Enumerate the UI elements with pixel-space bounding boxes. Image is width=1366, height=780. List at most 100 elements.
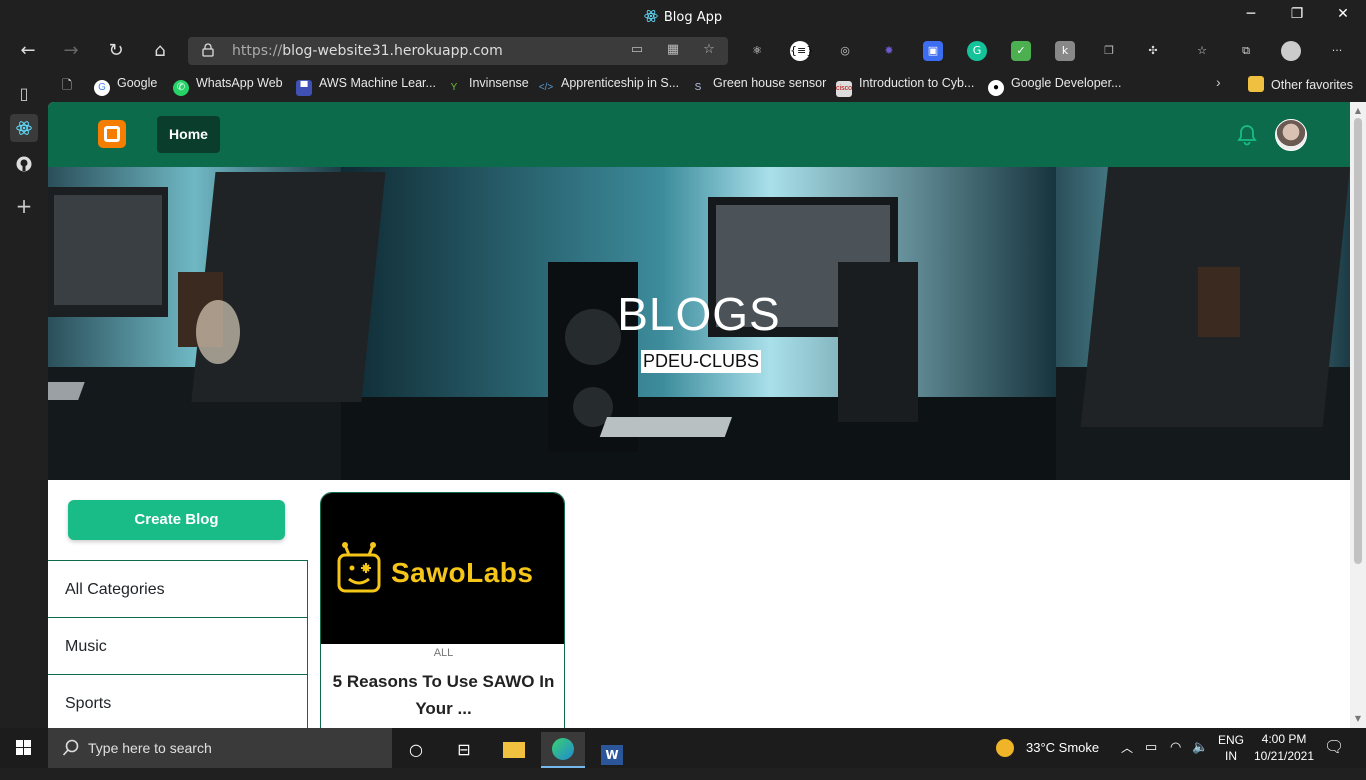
collections-toolbar-icon[interactable]: ⧉ — [1236, 41, 1256, 61]
page-icon[interactable]: 🗋 — [62, 76, 72, 97]
tab-blog-app[interactable] — [10, 114, 38, 142]
category-all[interactable]: All Categories — [48, 561, 308, 618]
weather-icon[interactable] — [996, 728, 1016, 768]
app-available-icon[interactable]: ▭ — [628, 42, 646, 60]
k-extension-icon[interactable]: k — [1055, 41, 1075, 61]
bookmark-label: Apprenticeship in S... — [561, 76, 680, 90]
blog-card-image: SawoLabs — [321, 493, 564, 644]
code-icon: </> — [538, 82, 554, 93]
bookmarks-overflow-chevron-icon[interactable]: › — [1216, 74, 1221, 90]
scrollbar-thumb[interactable] — [1354, 118, 1362, 564]
minimize-button[interactable]: ─ — [1228, 6, 1274, 22]
react-devtools-icon[interactable]: ⚛ — [747, 41, 767, 61]
notifications-icon[interactable]: 🗨 — [1324, 737, 1344, 777]
wifi-icon[interactable]: ◠ — [1170, 739, 1181, 779]
sawo-logo-icon — [337, 542, 381, 593]
page-scrollbar[interactable]: ▲ ▼ — [1350, 102, 1366, 728]
favorites-icon[interactable]: ☆ — [1192, 41, 1212, 61]
file-explorer-icon[interactable] — [492, 732, 536, 768]
home-nav-button[interactable]: Home — [157, 116, 220, 153]
taskbar-search-box[interactable]: Type here to search — [48, 728, 392, 768]
hero-title: BLOGS — [617, 288, 781, 340]
blog-card[interactable]: SawoLabs ALL 5 Reasons To Use SAWO In Yo… — [320, 492, 565, 728]
profile-avatar[interactable] — [1281, 41, 1301, 61]
aws-icon: ▀ — [296, 80, 312, 96]
bookmark-greenhouse[interactable]: S Green house sensor — [690, 76, 827, 96]
bell-icon[interactable] — [1237, 124, 1257, 146]
bookmark-cyber[interactable]: cisco Introduction to Cyb... — [836, 76, 974, 97]
category-music[interactable]: Music — [48, 618, 308, 675]
language-region: IN — [1225, 749, 1237, 763]
blog-card-title[interactable]: 5 Reasons To Use SAWO In Your ... — [329, 668, 558, 722]
json-viewer-icon[interactable]: {≡} — [790, 41, 813, 61]
bookmark-label: AWS Machine Lear... — [319, 76, 436, 90]
vertical-tabs-sidebar: ▯ + — [0, 68, 48, 728]
clock[interactable]: 4:00 PM 10/21/2021 — [1252, 732, 1316, 772]
bookmark-invinsense[interactable]: Y Invinsense — [446, 76, 529, 96]
scroll-down-arrow-icon[interactable]: ▼ — [1353, 714, 1363, 723]
search-placeholder: Type here to search — [88, 740, 212, 756]
blogger-logo-icon[interactable] — [98, 120, 126, 148]
weather-text[interactable]: 33°C Smoke — [1026, 740, 1099, 780]
edge-browser-icon[interactable] — [541, 732, 585, 768]
category-sports[interactable]: Sports — [48, 675, 308, 728]
forward-button[interactable]: → — [57, 39, 85, 63]
windows-start-icon[interactable] — [0, 728, 48, 768]
tray-overflow-chevron-icon[interactable]: ︿ — [1121, 739, 1133, 779]
browser-toolbar: ← → ↻ ⌂ https://blog-website31.herokuapp… — [0, 34, 1366, 68]
back-button[interactable]: ← — [14, 39, 42, 63]
window-title-text: Blog App — [663, 10, 723, 25]
clock-time: 4:00 PM — [1261, 732, 1307, 746]
copy-extension-icon[interactable]: ❐ — [1099, 41, 1119, 61]
user-avatar[interactable] — [1275, 119, 1307, 151]
task-view-icon[interactable]: ⊟ — [442, 732, 486, 768]
refresh-button[interactable]: ↻ — [102, 39, 130, 63]
add-favorite-icon[interactable]: ☆ — [700, 42, 718, 60]
clock-date: 10/21/2021 — [1253, 749, 1315, 763]
tab-github[interactable] — [10, 150, 38, 178]
scroll-up-arrow-icon[interactable]: ▲ — [1353, 106, 1363, 115]
more-menu-icon[interactable]: ··· — [1327, 41, 1347, 61]
cortana-icon[interactable]: ○ — [394, 732, 438, 768]
home-icon[interactable]: ⌂ — [146, 39, 174, 63]
word-icon[interactable]: W — [590, 732, 634, 768]
bookmark-whatsapp[interactable]: ✆ WhatsApp Web — [173, 76, 283, 96]
favorites-bar: 🗋 G Google ✆ WhatsApp Web ▀ AWS Machine Lea… — [48, 68, 1366, 100]
language-code: ENG — [1218, 733, 1245, 747]
volume-icon[interactable]: 🔈 — [1192, 739, 1208, 779]
bookmark-label: Invinsense — [469, 76, 529, 90]
bookmark-google-developer[interactable]: ● Google Developer... — [988, 76, 1122, 96]
bookmark-label: Green house sensor — [713, 76, 827, 90]
s-icon: S — [694, 82, 702, 93]
folder-icon — [1248, 76, 1264, 92]
bookmark-other-favorites[interactable]: Other favorites — [1248, 76, 1353, 92]
collections-icon[interactable]: ▦ — [664, 42, 682, 60]
screen-recorder-icon[interactable]: ▣ — [923, 41, 943, 61]
shield-extension-icon[interactable]: ✓ — [1011, 41, 1031, 61]
invinsense-icon: Y — [450, 82, 458, 93]
react-icon — [644, 9, 658, 23]
create-blog-button[interactable]: Create Blog — [68, 500, 285, 540]
window-title: Blog App — [0, 9, 1366, 25]
blog-card-brand: SawoLabs — [391, 557, 534, 588]
grammarly-icon[interactable]: G — [967, 41, 987, 61]
close-window-button[interactable]: ✕ — [1320, 6, 1366, 22]
target-extension-icon[interactable]: ◎ — [835, 41, 855, 61]
battery-icon[interactable]: ▭ — [1145, 739, 1157, 779]
url-text[interactable]: https://blog-website31.herokuapp.com — [232, 43, 503, 59]
tab-actions-icon[interactable]: ▯ — [10, 80, 38, 108]
language-indicator[interactable]: ENG IN — [1218, 733, 1244, 773]
address-bar[interactable]: https://blog-website31.herokuapp.com ▭ ▦… — [188, 37, 728, 65]
category-list: All Categories Music Sports — [48, 560, 308, 728]
extensions-icon[interactable]: ✣ — [1143, 41, 1163, 61]
restore-button[interactable]: ❐ — [1274, 6, 1320, 22]
new-tab-button[interactable]: + — [10, 192, 38, 220]
windows-taskbar: Type here to search ○ ⊟ W 33°C Smoke ︿ ▭… — [0, 728, 1366, 768]
bookmark-google[interactable]: G Google — [94, 76, 157, 96]
github-icon: ● — [988, 80, 1004, 96]
search-icon — [62, 739, 79, 756]
star-extension-icon[interactable]: ✸ — [879, 41, 899, 61]
bookmark-aws[interactable]: ▀ AWS Machine Lear... — [296, 76, 436, 96]
bookmark-apprenticeship[interactable]: </> Apprenticeship in S... — [538, 76, 679, 96]
app-navbar: Home — [48, 102, 1350, 167]
